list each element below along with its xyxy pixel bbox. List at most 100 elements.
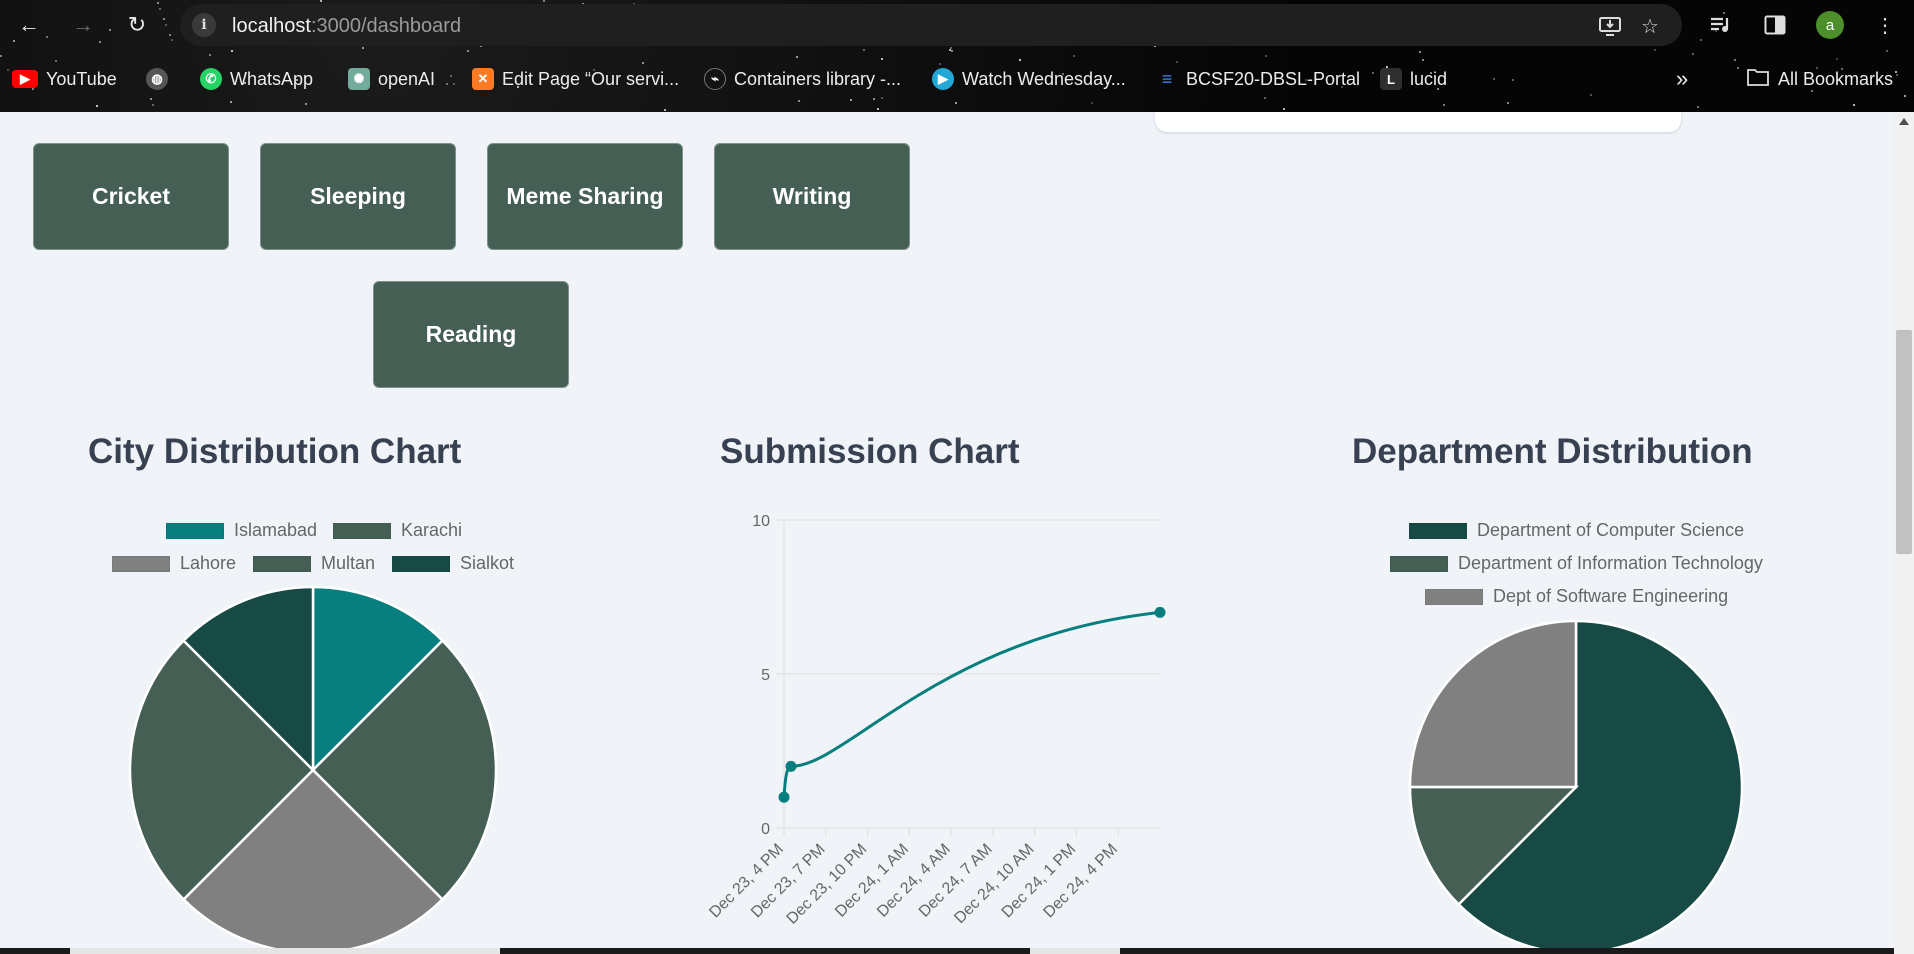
star-dot [1836, 57, 1839, 60]
back-icon[interactable]: ← [14, 10, 44, 40]
star-dot [1692, 52, 1695, 55]
y-tick-label: 5 [761, 667, 770, 684]
star-dot [954, 101, 957, 104]
lucid-icon: L [1380, 68, 1402, 90]
forward-icon[interactable]: → [68, 10, 98, 40]
department-pie-chart [1408, 619, 1744, 954]
youtube-icon: ▶ [12, 70, 38, 88]
star-dot [1263, 97, 1266, 100]
x-tick-label: Dec 23, 7 PM [748, 841, 829, 922]
bookmark-openai[interactable]: ✺ openAI [348, 62, 435, 96]
x-tick-label: Dec 24, 7 AM [916, 841, 996, 921]
star-dot [150, 98, 153, 101]
star-dot [1422, 59, 1425, 62]
folder-icon [1746, 67, 1770, 92]
star-dot [231, 49, 234, 52]
pie-slice-dept-of-software-engineering[interactable] [1408, 619, 1578, 789]
more-menu-icon[interactable]: ⋮ [1872, 12, 1898, 38]
profile-avatar[interactable]: a [1816, 11, 1844, 39]
openai-icon: ✺ [348, 68, 370, 90]
xampp-icon: ✕ [472, 68, 494, 90]
bookmark-label: Edit Page “Our servi... [502, 68, 680, 89]
bookmark-label: YouTube [46, 68, 117, 89]
globe-icon: ◍ [146, 68, 168, 90]
x-tick-label: Dec 24, 1 PM [999, 841, 1080, 922]
vertical-scrollbar[interactable] [1894, 112, 1914, 954]
star-dot [873, 97, 876, 100]
star-dot [1265, 55, 1267, 58]
dashboard-page: Cricket Sleeping Meme Sharing Writing Re… [0, 112, 1894, 954]
star-dot [1283, 107, 1286, 110]
star-dot [152, 103, 155, 106]
star-dot [1734, 59, 1737, 62]
all-bookmarks-button[interactable]: All Bookmarks [1746, 62, 1893, 96]
star-dot [880, 57, 883, 60]
star-dot [230, 100, 233, 103]
data-point-1[interactable] [785, 760, 797, 772]
url-host: localhost [232, 15, 311, 37]
submission-line-chart: 0510Dec 23, 4 PMDec 23, 7 PMDec 23, 10 P… [706, 513, 1166, 928]
star-dot [0, 54, 3, 57]
bookmark-youtube[interactable]: ▶ YouTube [12, 62, 117, 96]
bookmark-label: openAI [378, 68, 436, 89]
whatsapp-icon: ✆ [200, 68, 222, 90]
y-tick-label: 0 [761, 821, 770, 838]
star-dot [849, 98, 852, 101]
submission-series-line [782, 610, 1161, 798]
bookmark-star-icon[interactable]: ☆ [1638, 14, 1662, 38]
star-dot [1506, 102, 1509, 105]
star-dot [877, 108, 880, 111]
star-dot [795, 55, 798, 58]
star-dot [1019, 59, 1022, 62]
reload-icon[interactable]: ↻ [122, 10, 152, 40]
star-dot [1853, 103, 1856, 106]
bookmark-containers[interactable]: ⌁ Containers library -... [704, 62, 901, 96]
address-bar[interactable]: i localhost:3000/dashboard ☆ [180, 4, 1682, 46]
containers-icon: ⌁ [704, 68, 726, 90]
more-bookmarks-chevron-icon[interactable]: » [1676, 62, 1688, 96]
all-bookmarks-label: All Bookmarks [1778, 68, 1894, 89]
horizontal-scroll-edge [0, 948, 1894, 954]
star-dot [1419, 51, 1422, 54]
x-tick-label: Dec 24, 1 AM [832, 841, 912, 921]
bookmark-label: BCSF20-DBSL-Portal [1186, 68, 1361, 89]
star-dot [95, 105, 98, 108]
star-dot [1697, 106, 1700, 109]
database-icon: ≡ [1161, 68, 1173, 89]
y-tick-label: 10 [752, 513, 770, 530]
star-dot [1072, 54, 1075, 57]
browser-chrome: ← → ↻ i localhost:3000/dashboard ☆ a ⋮ ▶… [0, 0, 1914, 112]
x-tick-label: Dec 23, 4 PM [706, 841, 787, 922]
bookmark-watch-wednesday[interactable]: ▶ Watch Wednesday... [932, 62, 1126, 96]
url-path: :3000/dashboard [310, 15, 462, 37]
bookmark-edit-page[interactable]: ✕ Edit Page “Our servi... [472, 62, 679, 96]
bookmark-label: Watch Wednesday... [962, 68, 1126, 89]
site-info-icon[interactable]: i [192, 13, 216, 37]
data-point-2[interactable] [1154, 606, 1166, 618]
bookmark-whatsapp[interactable]: ✆ WhatsApp [200, 62, 313, 96]
x-tick-label: Dec 24, 4 AM [874, 841, 954, 921]
star-dot [1886, 49, 1889, 52]
x-tick-label: Dec 24, 4 PM [1040, 841, 1121, 922]
bookmark-dbsl-portal[interactable]: ≡ BCSF20-DBSL-Portal [1156, 62, 1360, 96]
bookmark-label: lucid [1410, 68, 1448, 89]
star-dot [208, 53, 211, 56]
data-point-0[interactable] [778, 791, 790, 803]
scroll-up-arrow-icon[interactable] [1899, 118, 1909, 125]
bookmark-label: WhatsApp [230, 68, 314, 89]
side-panel-icon[interactable] [1762, 12, 1788, 38]
bookmark-globe[interactable]: ◍ [146, 62, 168, 96]
media-controls-icon[interactable] [1708, 12, 1734, 38]
install-app-icon[interactable] [1598, 14, 1622, 38]
scrollbar-thumb[interactable] [1896, 330, 1912, 554]
star-dot [1442, 103, 1445, 106]
play-icon: ▶ [932, 68, 954, 90]
browser-toolbar: ← → ↻ i localhost:3000/dashboard ☆ a ⋮ [0, 0, 1914, 50]
bookmarks-bar: ▶ YouTube ◍ ✆ WhatsApp ✺ openAI ✕ Edit P… [0, 62, 1914, 96]
address-url[interactable]: localhost:3000/dashboard [232, 15, 461, 38]
star-dot [1091, 102, 1094, 105]
bookmark-lucid[interactable]: L lucid [1380, 62, 1447, 96]
star-dot [881, 96, 884, 99]
star-dot [798, 100, 801, 103]
star-dot [304, 103, 307, 106]
